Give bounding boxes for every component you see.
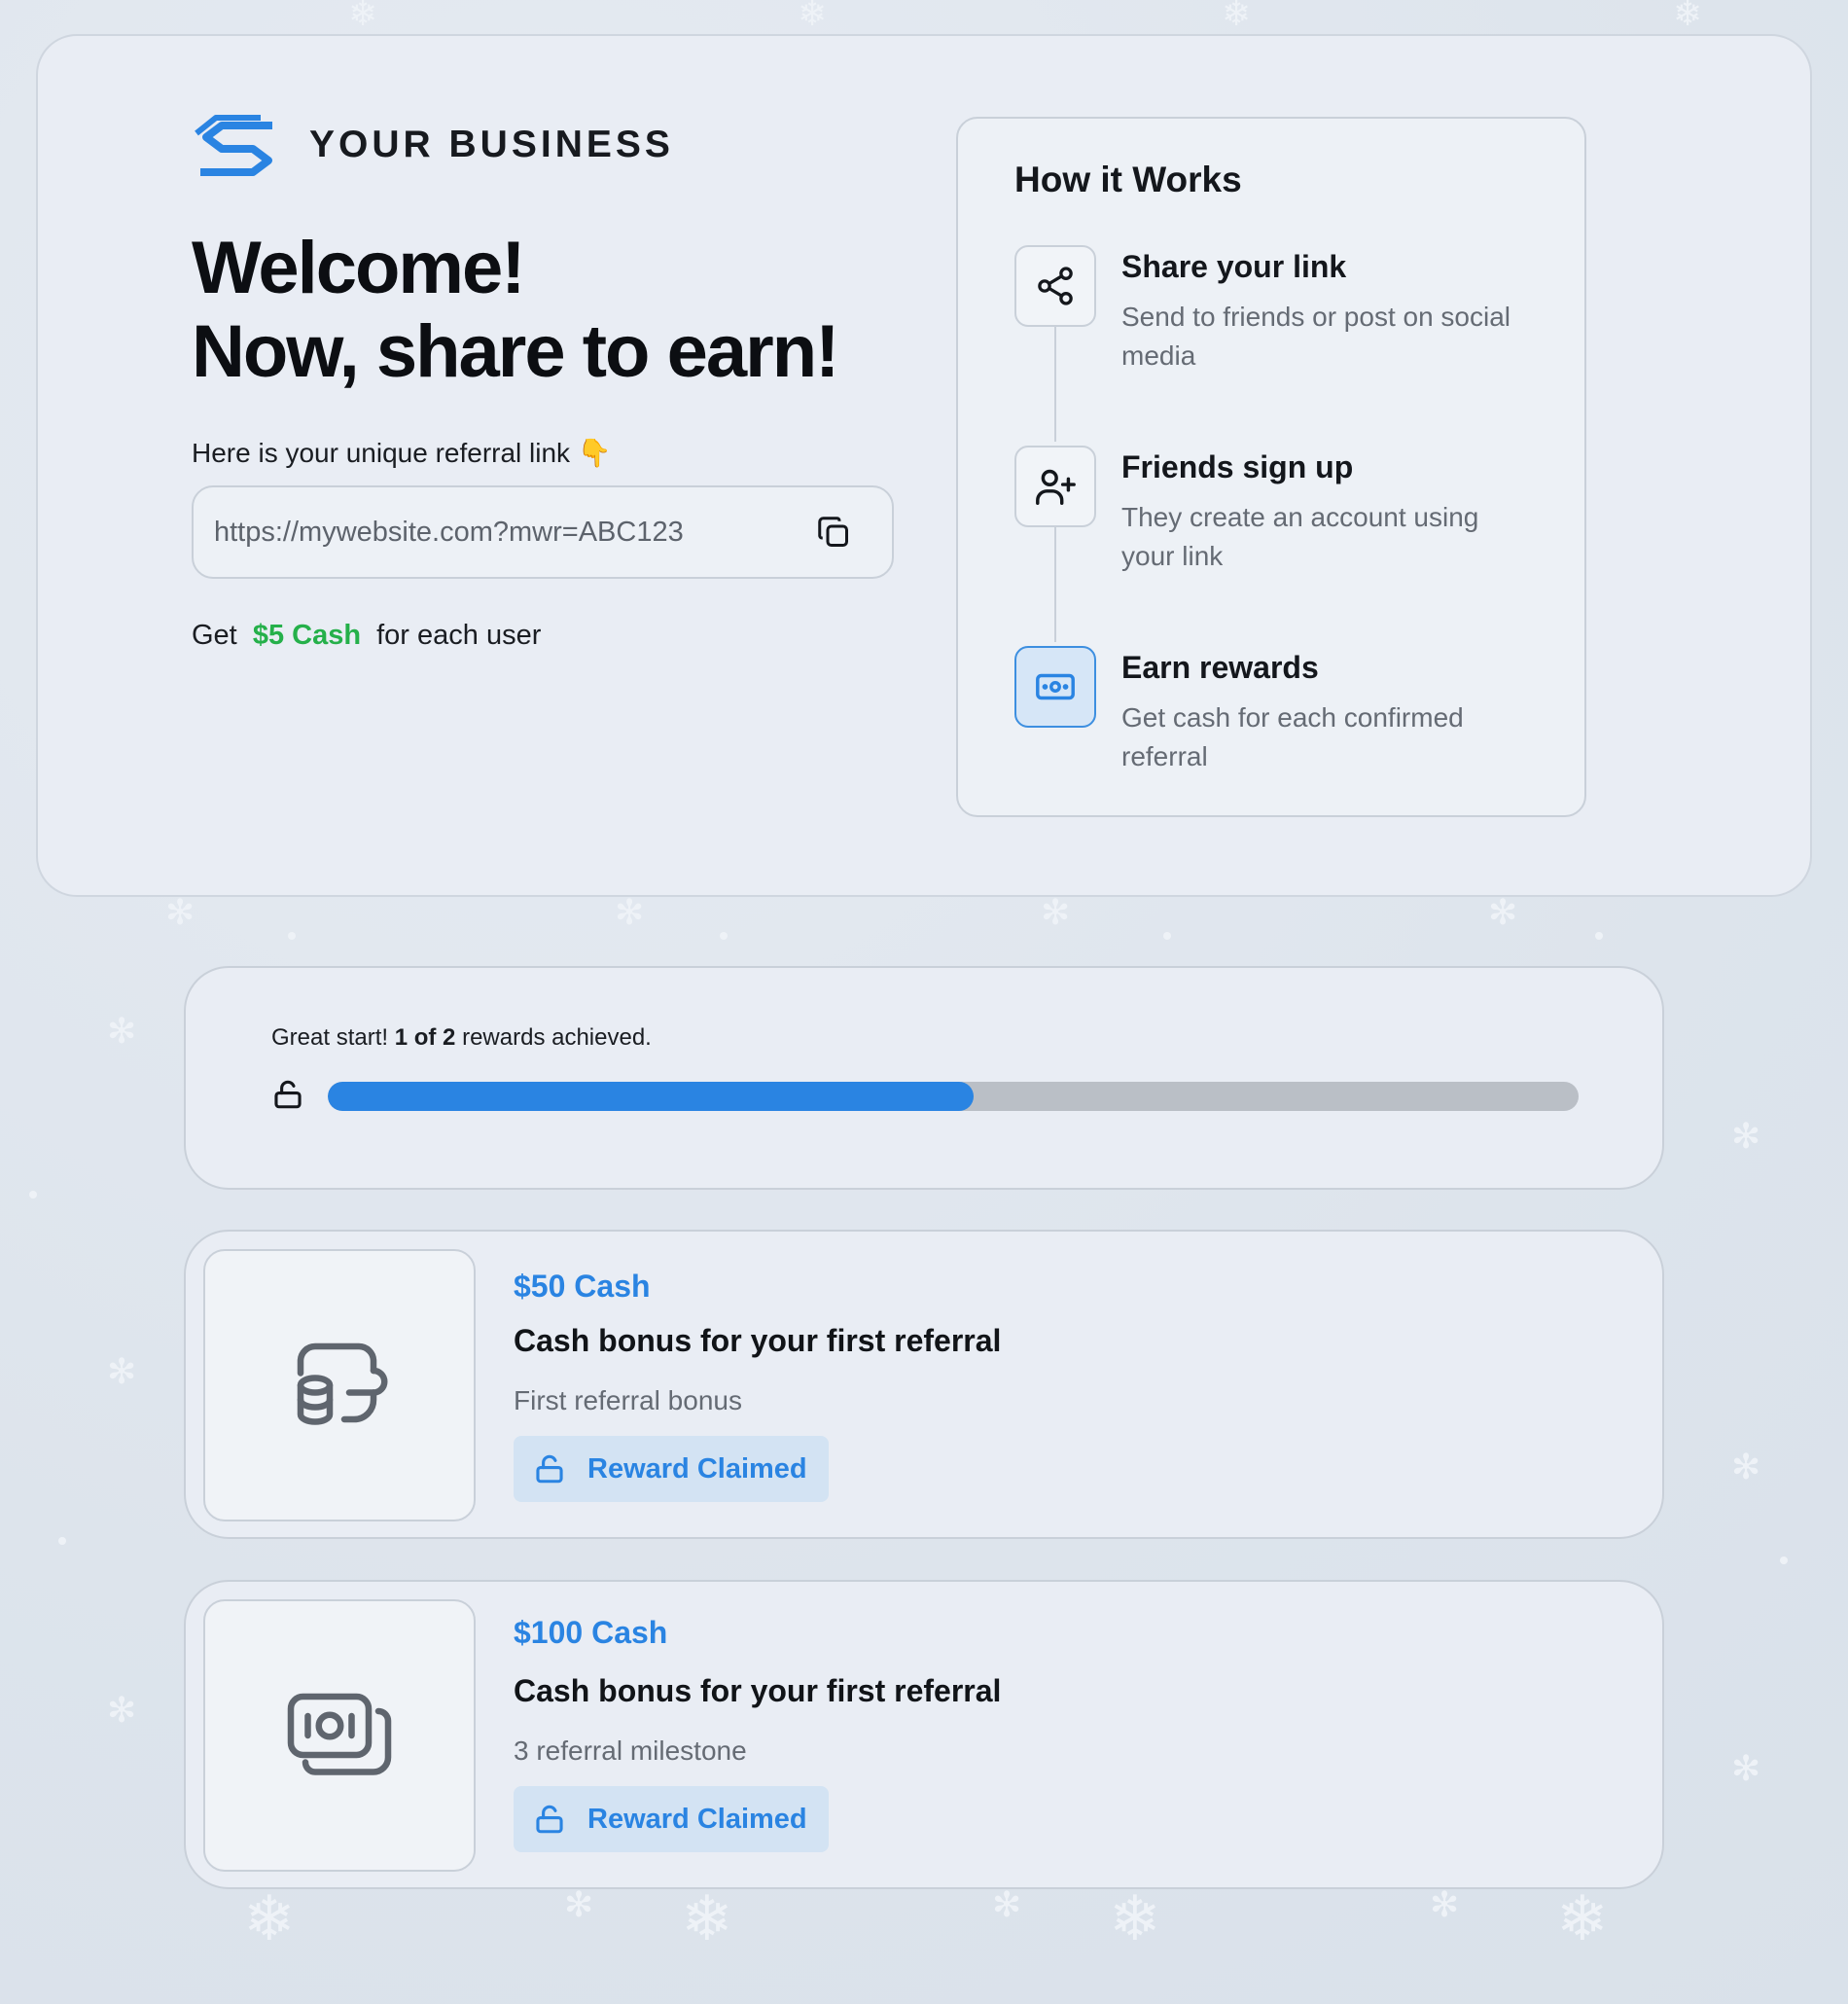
earn-info: Get $5 Cash for each user bbox=[192, 620, 541, 652]
snow-dot bbox=[1163, 932, 1171, 940]
snow-dot bbox=[720, 932, 728, 940]
snowflake-icon: ❄ bbox=[1109, 1883, 1161, 1953]
progress-prefix: Great start! bbox=[271, 1024, 389, 1051]
reward-thumbnail bbox=[203, 1599, 476, 1872]
snowflake-icon: ✻ bbox=[1731, 1748, 1761, 1788]
referral-link-label: Here is your unique referral link 👇 bbox=[192, 438, 612, 468]
snow-dot bbox=[29, 1191, 37, 1199]
brand-s-logo-icon bbox=[195, 115, 272, 176]
brand: YOUR BUSINESS bbox=[193, 114, 674, 176]
snowflake-icon: ❄ bbox=[798, 0, 828, 33]
snowflake-icon: ✻ bbox=[992, 1884, 1022, 1924]
share-icon bbox=[1038, 267, 1073, 305]
step-title: Share your link bbox=[1121, 249, 1347, 284]
earn-prefix: Get bbox=[192, 620, 237, 651]
snow-dot bbox=[1780, 1557, 1788, 1564]
snowflake-icon: ✻ bbox=[564, 1884, 594, 1924]
snowflake-icon: ✻ bbox=[107, 1351, 137, 1391]
snowflake-icon: ❄ bbox=[1556, 1883, 1609, 1953]
snowflake-icon: ✻ bbox=[107, 1690, 137, 1730]
reward-subtitle: First referral bonus bbox=[514, 1385, 742, 1415]
snowflake-icon: ✻ bbox=[1731, 1447, 1761, 1486]
progress-suffix: rewards achieved. bbox=[462, 1024, 652, 1051]
reward-card: $50 Cash Cash bonus for your first refer… bbox=[184, 1230, 1664, 1539]
step-description: They create an account using your link bbox=[1121, 502, 1479, 571]
unlock-icon bbox=[536, 1454, 563, 1484]
snow-dot bbox=[58, 1537, 66, 1545]
copy-button[interactable] bbox=[814, 513, 853, 552]
unlock-icon bbox=[536, 1805, 563, 1834]
reward-thumbnail bbox=[203, 1249, 476, 1521]
snowflake-icon: ✻ bbox=[615, 892, 645, 932]
brand-name: YOUR BUSINESS bbox=[309, 124, 674, 165]
reward-title: Cash bonus for your first referral bbox=[514, 1323, 1002, 1358]
referral-link-field bbox=[192, 485, 894, 579]
snowflake-icon: ✻ bbox=[1041, 892, 1071, 932]
snowflake-icon: ✻ bbox=[1731, 1116, 1761, 1156]
page-background: ❄ ❄ ❄ ❄ ✻ ✻ ✻ ✻ ✻ ✻ ✻ ✻ ✻ ✻ ❄ ❄ ❄ ❄ ✻ ✻ … bbox=[0, 0, 1848, 2004]
reward-button-label: Reward Claimed bbox=[587, 1452, 807, 1485]
earn-suffix: for each user bbox=[376, 620, 542, 651]
snow-dot bbox=[288, 932, 296, 940]
snowflake-icon: ✻ bbox=[107, 1011, 137, 1051]
step-connector bbox=[1054, 327, 1056, 442]
reward-amount: $50 Cash bbox=[514, 1269, 651, 1304]
step-icon-box bbox=[1014, 646, 1096, 728]
page-title: Welcome! Now, share to earn! bbox=[192, 227, 839, 394]
step-icon-box bbox=[1014, 446, 1096, 527]
headline-line2: Now, share to earn! bbox=[192, 310, 839, 393]
banknotes-icon bbox=[287, 1693, 392, 1775]
snowflake-icon: ❄ bbox=[681, 1883, 733, 1953]
hero-card: YOUR BUSINESS Welcome! Now, share to ear… bbox=[36, 34, 1812, 897]
progress-bar bbox=[328, 1082, 1579, 1111]
snowflake-icon: ✻ bbox=[1430, 1884, 1460, 1924]
reward-subtitle: 3 referral milestone bbox=[514, 1736, 747, 1766]
snowflake-icon: ❄ bbox=[1222, 0, 1252, 33]
referral-link-input[interactable] bbox=[214, 516, 814, 549]
user-plus-icon bbox=[1036, 469, 1076, 505]
step-icon-box bbox=[1014, 245, 1096, 327]
step-description: Send to friends or post on social media bbox=[1121, 302, 1511, 371]
step-description: Get cash for each confirmed referral bbox=[1121, 702, 1464, 771]
progress-card: Great start! 1 of 2 rewards achieved. bbox=[184, 966, 1664, 1190]
how-it-works-title: How it Works bbox=[1014, 160, 1242, 199]
progress-bar-fill bbox=[328, 1082, 974, 1111]
step-title: Earn rewards bbox=[1121, 650, 1319, 685]
cash-icon bbox=[1036, 673, 1075, 700]
step-connector bbox=[1054, 527, 1056, 642]
snowflake-icon: ✻ bbox=[1488, 892, 1518, 932]
how-it-works-panel: How it Works Share your link Send to fri… bbox=[956, 117, 1586, 817]
reward-button-label: Reward Claimed bbox=[587, 1803, 807, 1835]
progress-status: Great start! 1 of 2 rewards achieved. bbox=[271, 1024, 652, 1052]
snowflake-icon: ❄ bbox=[1673, 0, 1703, 33]
snowflake-icon: ❄ bbox=[243, 1883, 296, 1953]
reward-title: Cash bonus for your first referral bbox=[514, 1673, 1002, 1708]
progress-count: 1 of 2 bbox=[394, 1024, 456, 1051]
coins-wallet-icon bbox=[297, 1342, 388, 1425]
reward-claimed-button[interactable]: Reward Claimed bbox=[514, 1436, 829, 1502]
reward-card: $100 Cash Cash bonus for your first refe… bbox=[184, 1580, 1664, 1889]
earn-amount: $5 Cash bbox=[252, 620, 362, 651]
reward-claimed-button[interactable]: Reward Claimed bbox=[514, 1786, 829, 1852]
headline-line1: Welcome! bbox=[192, 227, 526, 309]
reward-amount: $100 Cash bbox=[514, 1615, 668, 1650]
step-title: Friends sign up bbox=[1121, 449, 1354, 484]
unlock-icon bbox=[274, 1080, 302, 1109]
snowflake-icon: ❄ bbox=[348, 0, 378, 33]
snow-dot bbox=[1595, 932, 1603, 940]
copy-icon bbox=[818, 517, 848, 547]
snowflake-icon: ✻ bbox=[165, 892, 195, 932]
